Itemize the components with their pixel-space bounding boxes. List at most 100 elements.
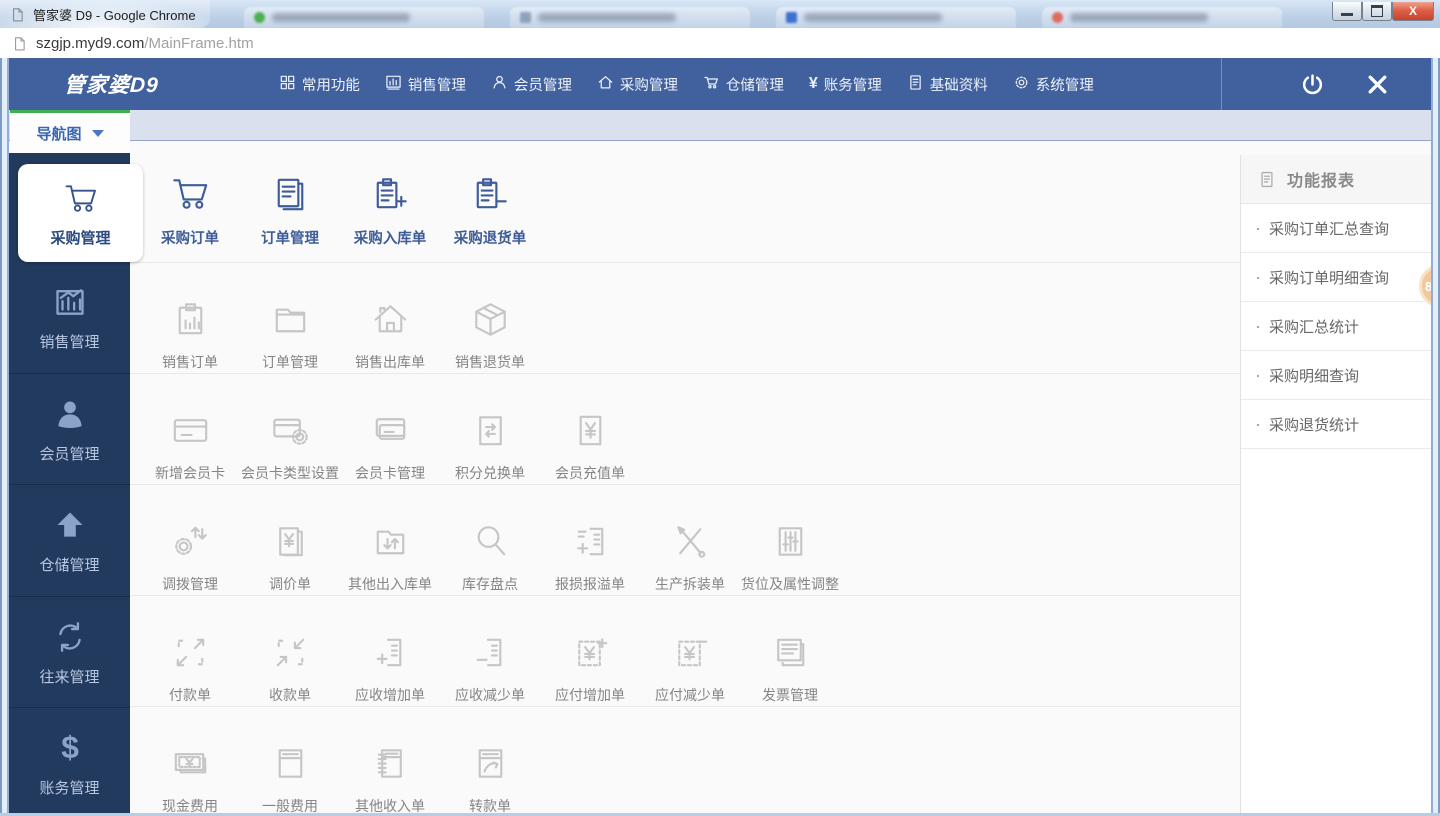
function-item-应收增加单[interactable]: 应收增加单 [340,626,440,706]
nav-item-仓储管理[interactable]: 仓储管理 [703,74,784,95]
nav-item-销售管理[interactable]: 销售管理 [385,74,466,95]
power-logout-button[interactable] [1300,72,1325,97]
cart-sm-icon [703,74,720,95]
function-item-生产拆装单[interactable]: 生产拆装单 [640,515,740,595]
sidebar-item-销售管理[interactable]: 销售管理 [9,262,130,374]
transfer-icon [467,737,514,787]
function-item-会员充值单[interactable]: 会员充值单 [540,404,640,484]
function-item-应付减少单[interactable]: 应付减少单 [640,626,740,706]
function-item-label: 积分兑换单 [455,463,525,483]
minimize-button[interactable] [1332,2,1362,21]
function-item-发票管理[interactable]: 发票管理 [740,626,840,706]
reports-panel-header: 功能报表 [1241,155,1431,204]
function-grid: 采购订单订单管理采购入库单采购退货单销售订单订单管理销售出库单销售退货单新增会员… [130,141,1240,816]
tab-favicon [786,12,797,23]
function-item-付款单[interactable]: 付款单 [140,626,240,706]
function-item-会员卡管理[interactable]: 会员卡管理 [340,404,440,484]
sidebar-item-采购管理[interactable]: 采购管理 [18,164,143,262]
function-item-销售订单[interactable]: 销售订单 [140,293,240,373]
nav-item-label: 常用功能 [302,74,360,95]
function-item-label: 其他出入库单 [348,574,432,594]
function-item-销售出库单[interactable]: 销售出库单 [340,293,440,373]
sidebar-item-会员管理[interactable]: 会员管理 [9,374,130,486]
function-item-一般费用[interactable]: 一般费用 [240,737,340,816]
report-link-label: 采购订单汇总查询 [1269,218,1389,239]
box-icon [467,293,514,343]
maximize-button[interactable] [1362,2,1392,21]
dollar-icon: $ [50,728,90,768]
function-item-应付增加单[interactable]: 应付增加单 [540,626,640,706]
nav-item-账务管理[interactable]: ¥账务管理 [809,74,882,95]
sidebar-item-label: 账务管理 [39,777,99,798]
report-link-采购汇总统计[interactable]: ·采购汇总统计 [1241,302,1431,351]
background-tab [510,7,750,28]
nav-item-常用功能[interactable]: 常用功能 [279,74,360,95]
report-link-采购退货统计[interactable]: ·采购退货统计 [1241,400,1431,449]
function-item-报损报溢单[interactable]: 报损报溢单 [540,515,640,595]
function-item-订单管理[interactable]: 订单管理 [240,293,340,373]
nav-item-会员管理[interactable]: 会员管理 [491,74,572,95]
function-item-调价单[interactable]: 调价单 [240,515,340,595]
page-icon [10,6,25,23]
grid-icon [279,74,296,95]
function-item-调拨管理[interactable]: 调拨管理 [140,515,240,595]
sidebar-item-往来管理[interactable]: 往来管理 [9,597,130,709]
tab-navigation-map[interactable]: 导航图 [10,110,130,153]
function-item-销售退货单[interactable]: 销售退货单 [440,293,540,373]
function-item-收款单[interactable]: 收款单 [240,626,340,706]
function-item-库存盘点[interactable]: 库存盘点 [440,515,540,595]
tools-icon [667,515,714,565]
address-bar[interactable]: szgjp.myd9.com/MainFrame.htm [0,28,1440,58]
clipboard-chart-icon [167,293,214,343]
gear-arrows-icon [167,515,214,565]
sidebar-item-账务管理[interactable]: $ 账务管理 [9,708,130,816]
function-item-现金费用[interactable]: 现金费用 [140,737,240,816]
window-title: 管家婆 D9 - Google Chrome [33,5,196,24]
function-item-其他收入单[interactable]: 其他收入单 [340,737,440,816]
function-row: 销售订单订单管理销售出库单销售退货单 [130,263,1240,374]
function-item-订单管理[interactable]: 订单管理 [240,168,340,262]
bullet-icon: · [1255,415,1261,433]
bullet-icon: · [1255,317,1261,335]
function-item-货位及属性调整[interactable]: 货位及属性调整 [740,515,840,595]
function-item-label: 调价单 [269,574,311,594]
nav-item-label: 基础资料 [930,74,988,95]
function-item-label: 新增会员卡 [155,463,225,483]
function-item-其他出入库单[interactable]: 其他出入库单 [340,515,440,595]
background-tab [776,7,1016,28]
function-item-label: 应付增加单 [555,685,625,705]
function-item-应收减少单[interactable]: 应收减少单 [440,626,540,706]
url-host: szgjp.myd9.com [36,35,144,52]
function-item-新增会员卡[interactable]: 新增会员卡 [140,404,240,484]
nav-item-系统管理[interactable]: 系统管理 [1013,74,1094,95]
function-item-label: 会员充值单 [555,463,625,483]
chevron-down-icon [92,130,104,137]
module-sidebar: 采购管理销售管理会员管理仓储管理往来管理$账务管理 [9,153,130,816]
function-item-采购订单[interactable]: 采购订单 [140,168,240,262]
function-item-label: 应付减少单 [655,685,725,705]
function-item-转款单[interactable]: 转款单 [440,737,540,816]
tab-label: 导航图 [36,123,81,144]
sidebar-item-仓储管理[interactable]: 仓储管理 [9,485,130,597]
report-link-采购明细查询[interactable]: ·采购明细查询 [1241,351,1431,400]
function-item-会员卡类型设置[interactable]: 会员卡类型设置 [240,404,340,484]
nav-item-采购管理[interactable]: 采购管理 [597,74,678,95]
close-window-button[interactable]: X [1392,2,1434,21]
card-icon [167,404,214,454]
house-icon [367,293,414,343]
function-item-label: 库存盘点 [462,574,518,594]
function-item-label: 发票管理 [762,685,818,705]
report-link-采购订单汇总查询[interactable]: ·采购订单汇总查询 [1241,204,1431,253]
function-item-采购退货单[interactable]: 采购退货单 [440,168,540,262]
warehouse-icon [50,505,90,545]
reports-list: ·采购订单汇总查询·采购订单明细查询·采购汇总统计·采购明细查询·采购退货统计 [1241,204,1431,449]
function-item-积分兑换单[interactable]: 积分兑换单 [440,404,540,484]
report-link-label: 采购明细查询 [1269,365,1359,386]
sync-icon [50,617,90,657]
close-app-button[interactable] [1365,72,1390,97]
function-item-label: 收款单 [269,685,311,705]
function-item-label: 应收减少单 [455,685,525,705]
report-link-采购订单明细查询[interactable]: ·采购订单明细查询 [1241,253,1431,302]
function-item-采购入库单[interactable]: 采购入库单 [340,168,440,262]
nav-item-基础资料[interactable]: 基础资料 [907,74,988,95]
